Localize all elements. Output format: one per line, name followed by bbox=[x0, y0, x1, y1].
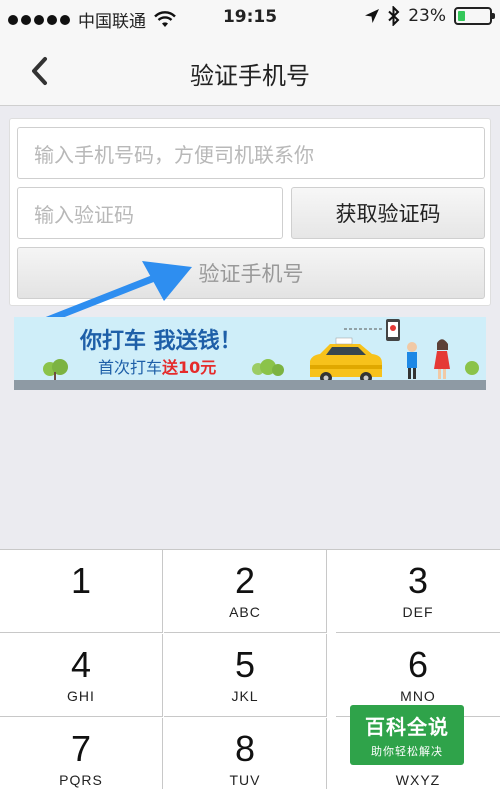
page-title: 验证手机号 bbox=[190, 62, 310, 90]
verify-form: 输入手机号码，方便司机联系你 输入验证码 获取验证码 验证手机号 bbox=[9, 118, 491, 306]
key-letters: JKL bbox=[231, 688, 259, 704]
key-7[interactable]: 7 PQRS bbox=[0, 718, 163, 789]
key-letters: WXYZ bbox=[395, 772, 441, 788]
key-digit: 5 bbox=[234, 644, 256, 685]
nav-bar: 验证手机号 bbox=[0, 36, 500, 106]
status-bar: 中国联通 19:15 23% bbox=[0, 0, 500, 36]
phone-placeholder: 输入手机号码，方便司机联系你 bbox=[34, 142, 314, 167]
watermark-subtitle: 助你轻松解决 bbox=[371, 745, 443, 758]
promo-banner[interactable]: 你打车 我送钱！ 首次打车送10元 bbox=[14, 317, 486, 390]
banner-sub-highlight: 送10元 bbox=[162, 358, 217, 377]
key-3[interactable]: 3 DEF bbox=[336, 550, 500, 633]
key-1[interactable]: 1 bbox=[0, 550, 163, 633]
watermark-title: 百科全说 bbox=[365, 715, 449, 739]
key-letters: MNO bbox=[400, 688, 436, 704]
key-digit: 2 bbox=[234, 560, 256, 601]
battery-level bbox=[458, 11, 465, 21]
banner-headline: 你打车 我送钱！ bbox=[80, 329, 242, 354]
code-placeholder: 输入验证码 bbox=[34, 202, 134, 227]
key-8[interactable]: 8 TUV bbox=[164, 718, 327, 789]
key-letters: TUV bbox=[229, 772, 261, 788]
key-letters: PQRS bbox=[59, 772, 103, 788]
location-arrow-icon bbox=[365, 9, 380, 23]
get-code-button[interactable]: 获取验证码 bbox=[291, 187, 485, 239]
banner-subline: 首次打车送10元 bbox=[98, 354, 216, 378]
key-letters: GHI bbox=[67, 688, 95, 704]
key-digit: 3 bbox=[407, 560, 429, 601]
key-digit: 7 bbox=[70, 728, 92, 769]
key-digit: 8 bbox=[234, 728, 256, 769]
key-4[interactable]: 4 GHI bbox=[0, 634, 163, 717]
verification-code-input[interactable]: 输入验证码 bbox=[17, 187, 283, 239]
key-letters: ABC bbox=[229, 604, 261, 620]
banner-road bbox=[14, 380, 486, 390]
battery-icon bbox=[454, 7, 495, 25]
key-digit: 1 bbox=[70, 560, 92, 601]
key-digit: 6 bbox=[407, 644, 429, 685]
verify-phone-button[interactable]: 验证手机号 bbox=[17, 247, 485, 299]
battery-percent: 23% bbox=[408, 6, 446, 26]
phone-number-input[interactable]: 输入手机号码，方便司机联系你 bbox=[17, 127, 485, 179]
banner-sub-prefix: 首次打车 bbox=[98, 358, 163, 377]
bluetooth-icon bbox=[388, 6, 400, 26]
watermark-logo: 百科全说 助你轻松解决 bbox=[350, 705, 464, 765]
key-5[interactable]: 5 JKL bbox=[164, 634, 327, 717]
status-right: 23% bbox=[364, 6, 495, 26]
key-letters: DEF bbox=[402, 604, 434, 620]
key-2[interactable]: 2 ABC bbox=[164, 550, 327, 633]
key-digit: 4 bbox=[70, 644, 92, 685]
